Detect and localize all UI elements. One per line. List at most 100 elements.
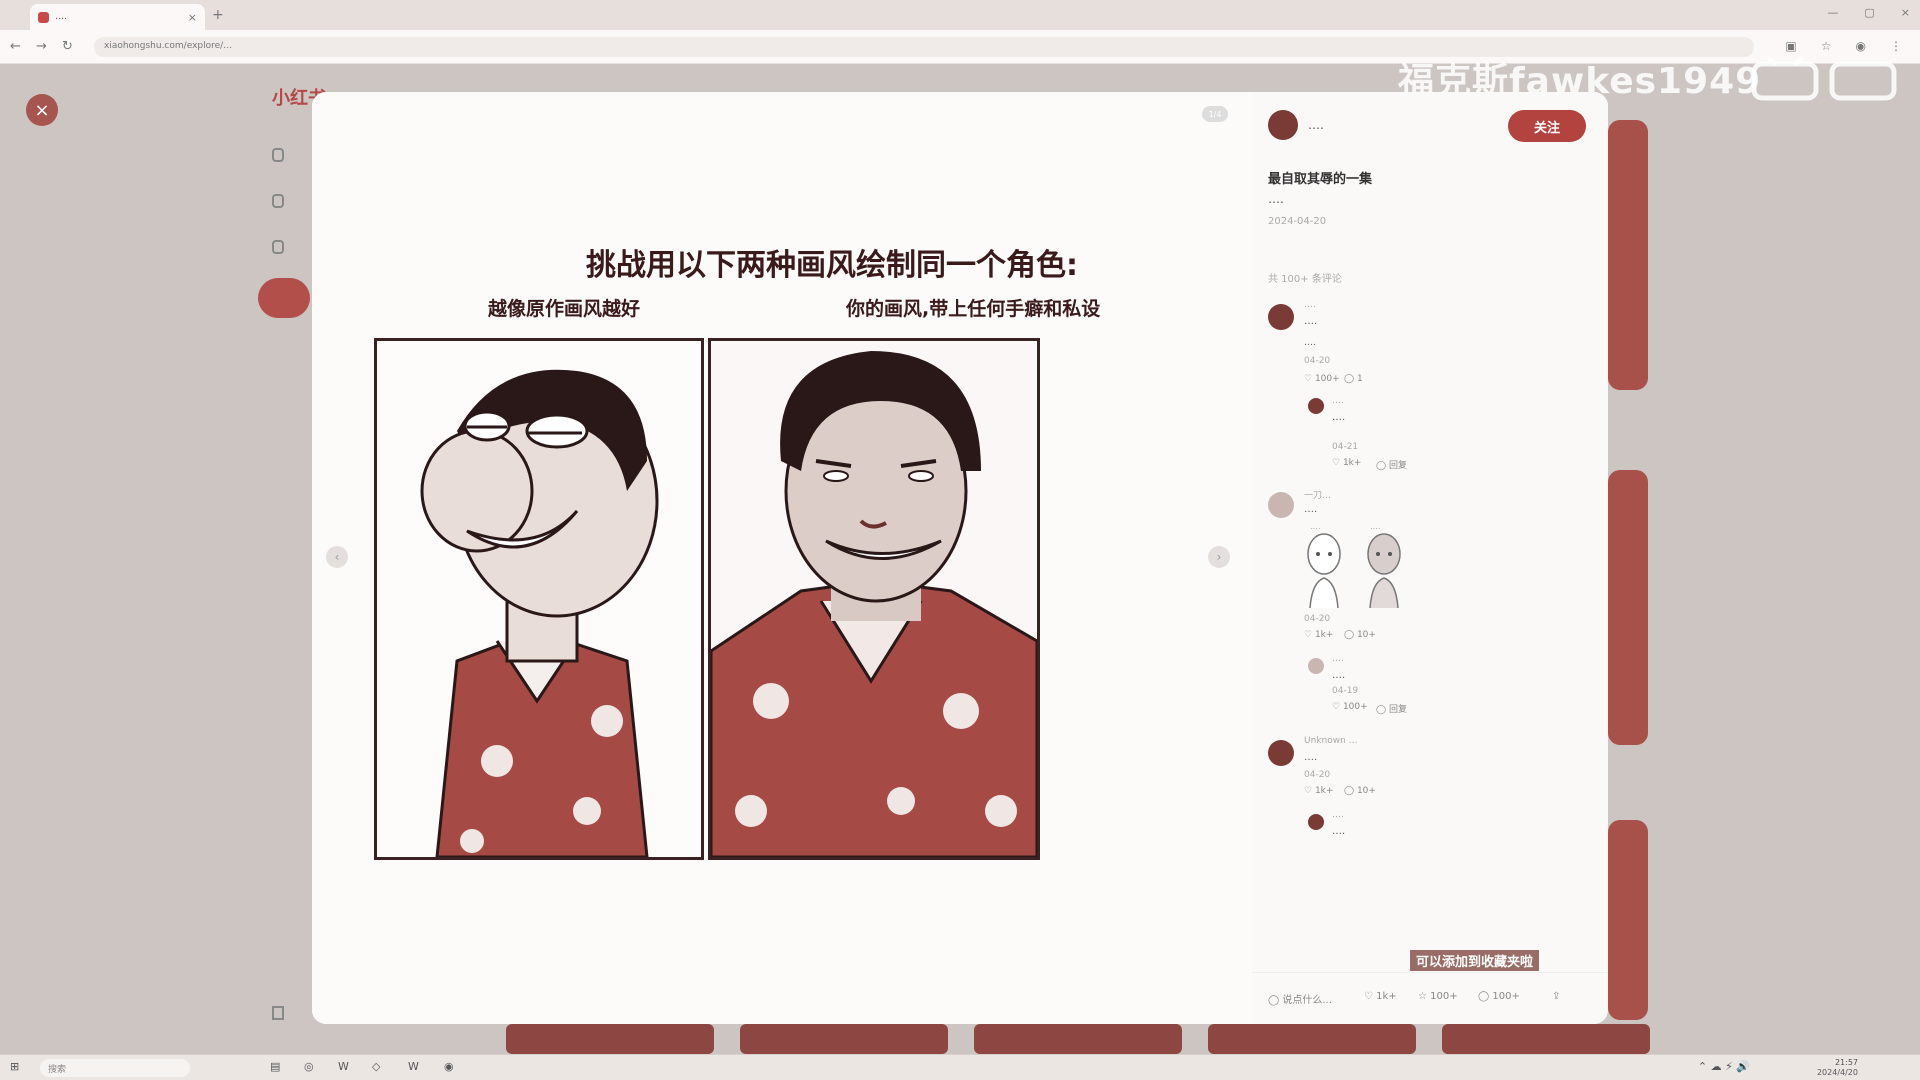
comment-like-count[interactable]: ♡ 1k+ [1332, 458, 1361, 468]
menu-dots-icon[interactable]: ⋮ [1890, 39, 1902, 53]
browser-tab[interactable]: …. × [30, 4, 205, 30]
author-avatar[interactable] [1268, 110, 1298, 140]
comment-reply-button[interactable]: ◯ 回复 [1376, 458, 1407, 471]
commenter-avatar[interactable] [1268, 740, 1294, 766]
next-image-button[interactable]: › [1208, 546, 1230, 568]
comment-time: 04-20 [1304, 770, 1331, 780]
like-count: 100+ [1314, 374, 1340, 384]
note-date: 2024-04-20 [1268, 216, 1327, 227]
comic-title: 挑战用以下两种画风绘制同一个角色: [586, 248, 1078, 283]
feed-card-image [974, 1024, 1182, 1054]
feed-card-image [1608, 470, 1648, 745]
comment-reply-button[interactable]: ◯ 回复 [1376, 702, 1407, 715]
comment-user[interactable]: …. [1332, 396, 1344, 406]
personal-style-panel [708, 338, 1040, 860]
comment-text: …. [1304, 504, 1318, 515]
like-count: 1k+ [1314, 786, 1334, 796]
author-name[interactable]: …. [1308, 118, 1324, 132]
taskbar-clock[interactable]: 21:57 2024/4/20 [1817, 1058, 1858, 1078]
feed-card-image [1608, 120, 1648, 390]
tab-close-icon[interactable]: × [188, 11, 197, 24]
minimize-button[interactable]: — [1827, 6, 1838, 19]
comment-time: 04-20 [1304, 356, 1331, 366]
share-icon: ⇪ [1552, 991, 1561, 1002]
window-controls: — ▢ × [1827, 6, 1910, 19]
heart-icon: ♡ [1364, 991, 1373, 1002]
taskbar-search-input[interactable]: 搜索 [40, 1059, 190, 1077]
follow-button[interactable]: 关注 [1508, 110, 1586, 142]
feed-card-image [1442, 1024, 1650, 1054]
comment-user[interactable]: …. [1304, 300, 1316, 310]
comment-count: 共 100+ 条评论 [1268, 274, 1342, 285]
profile-icon[interactable]: ◉ [1856, 39, 1866, 53]
feed-card-image [740, 1024, 948, 1054]
comment-time: 04-21 [1332, 442, 1359, 452]
comment-sketch-image[interactable] [1364, 532, 1404, 609]
like-button[interactable]: ♡ 1k+ [1364, 991, 1397, 1002]
comment-button[interactable]: ◯ 100+ [1478, 991, 1520, 1002]
word-icon[interactable]: W [338, 1060, 349, 1073]
comment-text: …. [1332, 826, 1346, 837]
browser-icon[interactable]: ◉ [444, 1060, 454, 1073]
wps-icon[interactable]: W [408, 1060, 419, 1073]
comment-user[interactable]: 一刀… [1304, 488, 1331, 501]
sketch-label: …. [1370, 522, 1381, 531]
bookmark-star-icon[interactable]: ☆ [1821, 39, 1832, 53]
comment-user[interactable]: Unknown … [1304, 736, 1358, 746]
interaction-bar: ◯ 说点什么... ♡ 1k+ ☆ 100+ ◯ 100+ ⇪ [1252, 972, 1608, 1024]
comment-extra: …. [1304, 338, 1316, 348]
collect-button[interactable]: ☆ 100+ [1418, 991, 1458, 1002]
comment-input[interactable]: ◯ 说点什么... [1268, 991, 1332, 1006]
maximize-button[interactable]: ▢ [1864, 6, 1874, 19]
comment-sketch-image[interactable] [1304, 532, 1344, 609]
commenter-avatar[interactable] [1308, 658, 1324, 674]
collect-total: 100+ [1430, 991, 1458, 1002]
forward-arrow-icon[interactable]: → [36, 39, 47, 54]
comment-reply-button[interactable]: ◯ 10+ [1344, 786, 1376, 796]
extension-icon[interactable]: ▣ [1785, 39, 1796, 53]
reload-icon[interactable]: ↻ [62, 39, 73, 54]
browser-toolbar-icons: ▣ ☆ ◉ ⋮ [1785, 39, 1902, 53]
publish-icon [272, 194, 284, 208]
new-tab-button[interactable]: + [212, 7, 224, 23]
file-explorer-icon[interactable]: ▤ [270, 1060, 280, 1073]
comment-bubble-icon: ◯ [1478, 991, 1490, 1002]
star-icon: ☆ [1418, 991, 1427, 1002]
commenter-avatar[interactable] [1268, 492, 1294, 518]
start-menu-icon[interactable]: ⊞ [10, 1060, 19, 1073]
note-detail-modal: 1/4 ‹ › 挑战用以下两种画风绘制同一个角色: 越像原作画风越好 你的画风,… [312, 92, 1608, 1024]
commenter-avatar[interactable] [1268, 304, 1294, 330]
comment-like-count[interactable]: ♡ 1k+ [1304, 786, 1333, 796]
home-icon [272, 148, 284, 162]
comment-like-count[interactable]: ♡ 100+ [1332, 702, 1368, 712]
share-button[interactable]: ⇪ [1552, 991, 1560, 1002]
tab-title: …. [55, 12, 67, 22]
like-count: 1k+ [1314, 630, 1334, 640]
more-menu-icon [272, 1006, 284, 1020]
comment-like-count[interactable]: ♡ 100+ [1304, 374, 1340, 384]
chrome-icon[interactable]: ◎ [304, 1060, 314, 1073]
close-window-button[interactable]: × [1901, 6, 1910, 19]
comment-user[interactable]: …. [1332, 654, 1344, 664]
comment-time: 04-20 [1304, 614, 1331, 624]
prev-image-button[interactable]: ‹ [326, 546, 348, 568]
chevron-right-icon: › [1216, 550, 1222, 564]
reply-count: 回复 [1388, 705, 1407, 715]
comment-input-placeholder: 说点什么... [1282, 995, 1332, 1006]
comment-user[interactable]: …. [1332, 810, 1344, 820]
comment-total: 100+ [1492, 991, 1520, 1002]
comment-text: …. [1332, 412, 1346, 423]
like-total: 1k+ [1376, 991, 1397, 1002]
commenter-avatar[interactable] [1308, 398, 1324, 414]
app-icon[interactable]: ◇ [372, 1060, 380, 1073]
comment-reply-button[interactable]: ◯ 10+ [1344, 630, 1376, 640]
sketch-label: …. [1310, 522, 1321, 531]
left-caption: 越像原作画风越好 [488, 298, 641, 320]
commenter-avatar[interactable] [1308, 814, 1324, 830]
comment-reply-button[interactable]: ◯ 1 [1344, 374, 1363, 384]
back-arrow-icon[interactable]: ← [10, 39, 21, 54]
feed-card-image [1208, 1024, 1416, 1054]
comment-like-count[interactable]: ♡ 1k+ [1304, 630, 1333, 640]
tray-icons[interactable]: ⌃ ☁ ⚡ 🔊 [1698, 1060, 1750, 1073]
close-modal-button[interactable]: × [26, 94, 58, 126]
